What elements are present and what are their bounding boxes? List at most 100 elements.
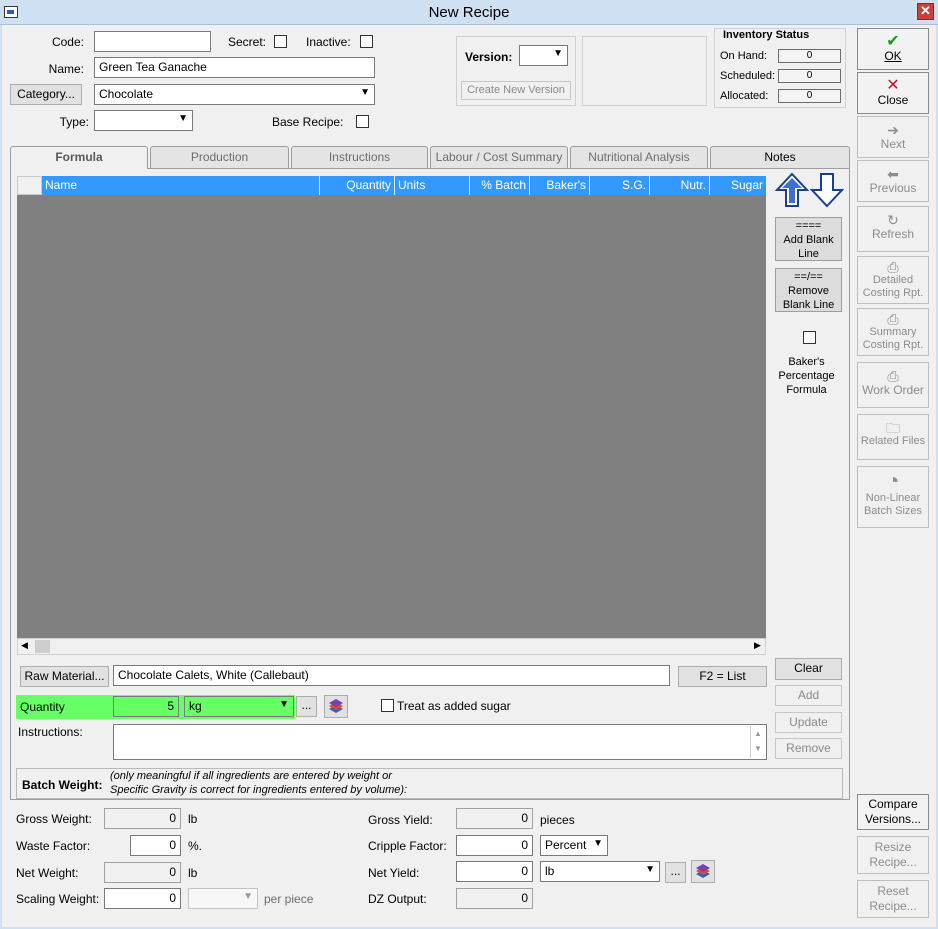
inactive-label: Inactive: bbox=[306, 35, 351, 49]
scaling-unit-select[interactable]: ▼ bbox=[188, 888, 258, 909]
column-name[interactable]: Name bbox=[42, 176, 320, 195]
secret-label: Secret: bbox=[228, 35, 267, 49]
code-field[interactable] bbox=[94, 31, 211, 52]
waste-factor-field[interactable]: 0 bbox=[130, 835, 181, 856]
base-recipe-checkbox[interactable] bbox=[356, 115, 369, 128]
column-units[interactable]: Units bbox=[395, 176, 470, 195]
version-select[interactable]: ▼ bbox=[519, 45, 568, 66]
add-button[interactable]: Add bbox=[775, 685, 842, 706]
column-bakers-percent[interactable]: Baker's % bbox=[530, 176, 590, 210]
chevron-down-icon: ▼ bbox=[593, 838, 603, 849]
raw-material-field[interactable]: Chocolate Calets, White (Callebaut) bbox=[113, 665, 670, 686]
printer-icon: ⎙ bbox=[887, 311, 899, 327]
tab-labour-cost-summary[interactable]: Labour / Cost Summary bbox=[430, 146, 568, 168]
reset-recipe-button[interactable]: Reset Recipe... bbox=[857, 880, 929, 918]
bakers-label-3: Formula bbox=[786, 384, 827, 396]
f2-list-button[interactable]: F2 = List bbox=[678, 666, 767, 687]
nonlinear-label-1: Non-Linear bbox=[865, 492, 921, 504]
column-nutr[interactable]: Nutr. bbox=[650, 176, 710, 195]
secret-checkbox[interactable] bbox=[274, 35, 287, 48]
tab-formula[interactable]: Formula bbox=[10, 146, 148, 169]
net-yield-label: Net Yield: bbox=[368, 866, 420, 880]
scroll-left-icon[interactable]: ◀ bbox=[21, 640, 28, 651]
ok-label: OK bbox=[884, 49, 902, 63]
down-arrow-icon bbox=[809, 173, 845, 208]
summary-costing-report-button[interactable]: ⎙ Summary Costing Rpt. bbox=[857, 308, 929, 356]
previous-button[interactable]: ⬅ Previous bbox=[857, 160, 929, 202]
gross-weight-label: Gross Weight: bbox=[16, 812, 92, 826]
window-close-button[interactable]: ✕ bbox=[917, 3, 934, 20]
net-yield-field[interactable]: 0 bbox=[456, 861, 533, 882]
treat-as-added-sugar-checkbox[interactable] bbox=[381, 699, 394, 712]
gross-weight-field: 0 bbox=[104, 808, 181, 829]
scaling-weight-field[interactable]: 0 bbox=[104, 888, 181, 909]
work-order-button[interactable]: ⎙ Work Order bbox=[857, 362, 929, 408]
category-value: Chocolate bbox=[99, 87, 154, 101]
related-files-button[interactable]: 🗀 Related Files bbox=[857, 414, 929, 460]
next-button[interactable]: ➔ Next bbox=[857, 116, 929, 158]
instructions-textarea[interactable] bbox=[113, 724, 767, 760]
column-sugar[interactable]: Sugar bbox=[710, 176, 766, 195]
name-field[interactable]: Green Tea Ganache bbox=[94, 57, 375, 78]
tab-instructions[interactable]: Instructions bbox=[291, 146, 428, 168]
ok-button[interactable]: ✔ OK bbox=[857, 28, 929, 70]
detailed-costing-report-button[interactable]: ⎙ Detailed Costing Rpt. bbox=[857, 256, 929, 304]
instructions-scrollbar[interactable]: ▲ ▼ bbox=[750, 726, 765, 758]
net-yield-convert-button[interactable] bbox=[691, 860, 715, 883]
cripple-factor-field[interactable]: 0 bbox=[456, 835, 533, 856]
remove-button[interactable]: Remove bbox=[775, 738, 842, 759]
tab-nutritional-analysis[interactable]: Nutritional Analysis bbox=[570, 146, 708, 168]
reset-label-1: Reset bbox=[877, 884, 909, 898]
type-label: Type: bbox=[59, 115, 89, 129]
move-up-button[interactable] bbox=[774, 172, 810, 208]
folder-icon: 🗀 bbox=[886, 420, 900, 436]
horizontal-scrollbar[interactable]: ◀ ▶ bbox=[17, 638, 766, 655]
cripple-unit-select[interactable]: Percent ▼ bbox=[540, 835, 608, 856]
scroll-thumb[interactable] bbox=[35, 640, 50, 653]
remove-blank-line-glyph: ==/== bbox=[794, 271, 823, 283]
column-batch-percent[interactable]: % Batch bbox=[470, 176, 530, 195]
move-down-button[interactable] bbox=[809, 172, 845, 208]
add-blank-line-button[interactable]: ==== Add Blank Line bbox=[775, 217, 842, 261]
create-new-version-button[interactable]: Create New Version bbox=[461, 81, 571, 100]
net-yield-unit-select[interactable]: lb ▼ bbox=[540, 861, 660, 882]
clear-button[interactable]: Clear bbox=[775, 658, 842, 680]
raw-material-button[interactable]: Raw Material... bbox=[20, 666, 109, 687]
bakers-percentage-checkbox[interactable] bbox=[803, 331, 816, 344]
non-linear-batch-sizes-button[interactable]: ◔ Non-Linear Batch Sizes bbox=[857, 466, 929, 528]
ingredients-grid[interactable] bbox=[17, 195, 766, 638]
scaling-weight-label: Scaling Weight: bbox=[16, 892, 100, 906]
refresh-button[interactable]: ↻ Refresh bbox=[857, 206, 929, 252]
close-button[interactable]: ✕ Close bbox=[857, 72, 929, 114]
compare-label-2: Versions... bbox=[864, 812, 922, 826]
window-title: New Recipe bbox=[428, 4, 510, 21]
convert-units-button[interactable] bbox=[324, 695, 348, 718]
unit-select[interactable]: kg ▼ bbox=[184, 696, 294, 717]
dz-output-label: DZ Output: bbox=[368, 892, 427, 906]
net-yield-unit-value: lb bbox=[545, 864, 555, 878]
unit-lookup-button[interactable]: ... bbox=[296, 696, 317, 717]
allocated-value: 0 bbox=[778, 89, 841, 103]
tab-production[interactable]: Production bbox=[150, 146, 289, 168]
category-select[interactable]: Chocolate ▼ bbox=[94, 84, 375, 105]
column-sg[interactable]: S.G. bbox=[590, 176, 650, 195]
refresh-icon: ↻ bbox=[887, 212, 899, 228]
net-yield-lookup-button[interactable]: ... bbox=[665, 862, 686, 883]
resize-recipe-button[interactable]: Resize Recipe... bbox=[857, 836, 929, 874]
category-button[interactable]: Category... bbox=[10, 84, 82, 105]
instructions-label: Instructions: bbox=[18, 725, 83, 739]
remove-blank-line-button[interactable]: ==/== Remove Blank Line bbox=[775, 268, 842, 312]
compare-versions-button[interactable]: Compare Versions... bbox=[857, 794, 929, 830]
cripple-unit-value: Percent bbox=[545, 838, 587, 852]
add-blank-line-label-1: Add Blank bbox=[783, 234, 834, 246]
scroll-right-icon[interactable]: ▶ bbox=[754, 640, 761, 651]
name-label: Name: bbox=[48, 62, 84, 76]
version-label: Version: bbox=[465, 50, 513, 64]
quantity-field[interactable]: 5 bbox=[113, 696, 179, 717]
previous-label: Previous bbox=[869, 181, 917, 195]
inactive-checkbox[interactable] bbox=[360, 35, 373, 48]
type-select[interactable]: ▼ bbox=[94, 110, 193, 131]
update-button[interactable]: Update bbox=[775, 712, 842, 733]
tab-notes[interactable]: Notes bbox=[710, 146, 850, 168]
column-quantity[interactable]: Quantity bbox=[320, 176, 395, 195]
